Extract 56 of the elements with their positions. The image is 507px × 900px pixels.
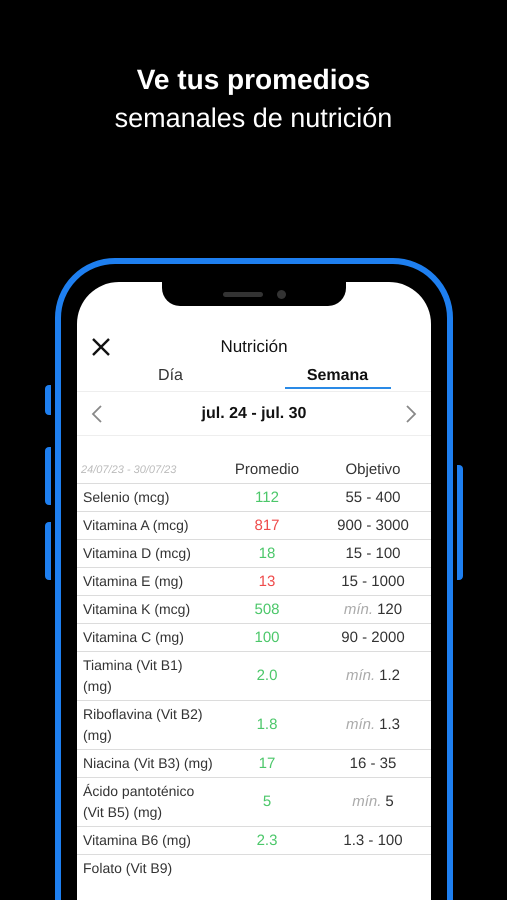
date-range-header: 24/07/23 - 30/07/23 <box>81 464 176 476</box>
average-value: 13 <box>258 572 276 592</box>
column-header: Objetivo <box>345 460 401 480</box>
average-value: 100 <box>254 628 280 648</box>
nutrient-name: Niacina (Vit B3) (mg) <box>83 755 213 771</box>
average-value: 17 <box>258 754 276 774</box>
nutrient-name: Ácido pantoténico (Vit B5) (mg) <box>83 783 194 820</box>
nutrient-name: Selenio (mcg) <box>83 489 170 505</box>
nutrient-name: Vitamina A (mcg) <box>83 517 189 533</box>
target-value: 5 <box>385 792 394 812</box>
average-value: 18 <box>258 544 276 564</box>
target-value: 1.3 - 100 <box>343 830 403 850</box>
nutrient-name: Vitamina C (mg) <box>83 629 184 645</box>
week-range: jul. 24 - jul. 30 <box>202 404 306 424</box>
nutrient-name: Vitamina E (mg) <box>83 573 184 589</box>
column-header: Promedio <box>234 460 300 480</box>
headline-subtitle: semanales de nutrición <box>114 102 392 135</box>
chevron-left-icon[interactable] <box>91 404 103 424</box>
average-value: 2.0 <box>256 666 278 686</box>
side-button-icon <box>45 385 51 415</box>
side-button-icon <box>457 465 463 580</box>
target-value: 1.2 <box>379 666 400 686</box>
target-value: 15 - 100 <box>345 544 401 564</box>
side-button-icon <box>45 522 51 580</box>
minimum-label: mín. <box>346 666 376 686</box>
minimum-label: mín. <box>344 600 374 620</box>
target-value: 120 <box>377 600 402 620</box>
average-value: 1.8 <box>256 715 278 735</box>
camera-icon <box>276 290 286 298</box>
average-value: 508 <box>254 600 280 620</box>
average-value: 5 <box>262 792 272 812</box>
nutrient-name: Tiamina (Vit B1) (mg) <box>83 657 183 694</box>
screen-title: Nutrición <box>220 336 288 358</box>
average-value: 2.3 <box>256 830 278 850</box>
minimum-label: mín. <box>352 792 382 812</box>
target-value: 15 - 1000 <box>341 572 405 592</box>
chevron-right-icon[interactable] <box>404 404 417 424</box>
tab[interactable]: Semana <box>284 365 390 389</box>
average-value: 112 <box>255 488 279 508</box>
nutrient-name: Folato (Vit B9) <box>83 860 172 876</box>
target-value: 900 - 3000 <box>337 516 409 536</box>
target-value: 16 - 35 <box>350 754 396 774</box>
minimum-label: mín. <box>346 715 376 735</box>
average-value: 817 <box>254 516 280 536</box>
nutrient-name: Vitamina D (mcg) <box>83 545 191 561</box>
nutrient-name: Riboflavina (Vit B2) (mg) <box>83 706 203 743</box>
nutrient-name: Vitamina K (mcg) <box>83 601 190 617</box>
tab[interactable]: Día <box>118 365 224 389</box>
close-icon <box>91 337 111 357</box>
nutrient-name: Vitamina B6 (mg) <box>83 832 191 848</box>
headline-title: Ve tus promedios <box>136 63 370 97</box>
side-button-icon <box>45 447 51 505</box>
target-value: 1.3 <box>379 715 400 735</box>
target-value: 55 - 400 <box>345 488 401 508</box>
speaker-icon <box>222 292 262 296</box>
target-value: 90 - 2000 <box>341 628 405 648</box>
